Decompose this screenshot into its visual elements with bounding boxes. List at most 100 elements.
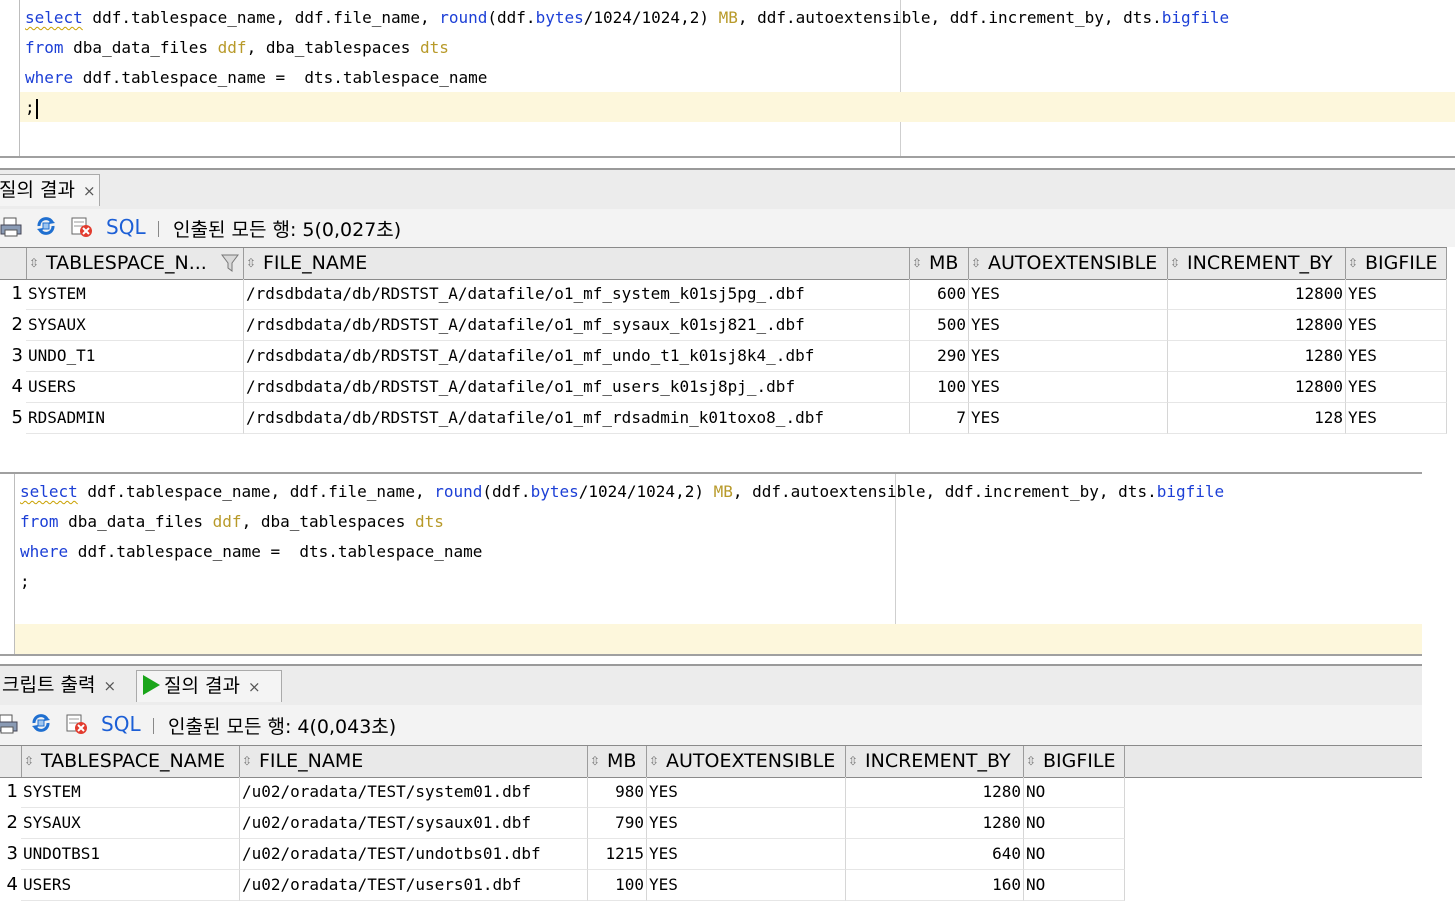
cell-autoextensible[interactable]: YES [647,839,846,870]
cell-tablespace[interactable]: USERS [21,870,240,901]
cancel-query-icon[interactable] [71,216,93,238]
cell-increment-by[interactable]: 1280 [846,777,1024,808]
print-icon[interactable] [0,216,22,238]
sort-icon[interactable]: ⇳ [1348,248,1360,278]
cell-increment-by[interactable]: 12800 [1168,310,1346,341]
sql-button[interactable]: SQL [101,712,141,736]
column-header-bigfile[interactable]: ⇳ BIGFILE [1346,248,1447,279]
cell-increment-by[interactable]: 1280 [846,808,1024,839]
row-number[interactable]: 3 [0,839,21,870]
column-header-autoextensible[interactable]: ⇳ AUTOEXTENSIBLE [647,746,846,777]
column-header-autoextensible[interactable]: ⇳ AUTOEXTENSIBLE [969,248,1168,279]
cell-mb[interactable]: 980 [588,777,647,808]
table-row[interactable]: 5 RDSADMIN/rdsdbdata/db/RDSTST_A/datafile… [0,403,1447,434]
cell-mb[interactable]: 790 [588,808,647,839]
table-row[interactable]: 3 UNDO_T1/rdsdbdata/db/RDSTST_A/datafile/… [0,341,1447,372]
column-header-mb[interactable]: ⇳ MB [588,746,647,777]
table-row[interactable]: 3 UNDOTBS1/u02/oradata/TEST/undotbs01.dbf… [0,839,1125,870]
column-header-increment-by[interactable]: ⇳ INCREMENT_BY [1168,248,1346,279]
cell-tablespace[interactable]: SYSTEM [26,279,244,310]
sort-icon[interactable]: ⇳ [590,746,602,776]
table-row[interactable]: 4 USERS/u02/oradata/TEST/users01.dbf 100 YE… [0,870,1125,901]
table-row[interactable]: 4 USERS/rdsdbdata/db/RDSTST_A/datafile/o1… [0,372,1447,403]
cell-bigfile[interactable]: YES [1346,310,1447,341]
column-header-file-name[interactable]: ⇳ FILE_NAME [240,746,588,777]
column-header-tablespace[interactable]: ⇳ TABLESPACE_N... [26,248,244,279]
sort-icon[interactable]: ⇳ [29,248,41,278]
cell-bigfile[interactable]: YES [1346,341,1447,372]
cell-increment-by[interactable]: 640 [846,839,1024,870]
sort-icon[interactable]: ⇳ [242,746,254,776]
cell-autoextensible[interactable]: YES [969,279,1168,310]
close-icon[interactable]: × [83,182,96,200]
filter-icon[interactable] [220,252,240,274]
sql-editor-bottom[interactable]: select ddf.tablespace_name, ddf.file_nam… [0,474,1422,654]
cell-file-name[interactable]: /u02/oradata/TEST/sysaux01.dbf [240,808,588,839]
table-row[interactable]: 1 SYSTEM/rdsdbdata/db/RDSTST_A/datafile/o… [0,279,1447,310]
refresh-icon[interactable] [30,712,52,734]
row-number[interactable]: 1 [0,279,26,310]
sort-icon[interactable]: ⇳ [246,248,258,278]
cell-tablespace[interactable]: SYSTEM [21,777,240,808]
cell-file-name[interactable]: /rdsdbdata/db/RDSTST_A/datafile/o1_mf_sy… [244,279,910,310]
cell-bigfile[interactable]: NO [1024,870,1125,901]
sort-icon[interactable]: ⇳ [24,746,36,776]
close-icon[interactable]: × [103,677,116,695]
sort-icon[interactable]: ⇳ [848,746,860,776]
cell-file-name[interactable]: /u02/oradata/TEST/system01.dbf [240,777,588,808]
cell-increment-by[interactable]: 128 [1168,403,1346,434]
sort-icon[interactable]: ⇳ [1026,746,1038,776]
row-number[interactable]: 2 [0,808,21,839]
cell-mb[interactable]: 500 [910,310,969,341]
cell-mb[interactable]: 100 [910,372,969,403]
cell-autoextensible[interactable]: YES [969,310,1168,341]
cell-file-name[interactable]: /u02/oradata/TEST/users01.dbf [240,870,588,901]
column-header-file-name[interactable]: ⇳ FILE_NAME [244,248,910,279]
row-number[interactable]: 5 [0,403,26,434]
cell-bigfile[interactable]: NO [1024,808,1125,839]
cell-autoextensible[interactable]: YES [969,403,1168,434]
cell-tablespace[interactable]: USERS [26,372,244,403]
cell-bigfile[interactable]: NO [1024,839,1125,870]
print-icon[interactable] [0,713,18,735]
sort-icon[interactable]: ⇳ [649,746,661,776]
cell-file-name[interactable]: /rdsdbdata/db/RDSTST_A/datafile/o1_mf_us… [244,372,910,403]
column-header-bigfile[interactable]: ⇳ BIGFILE [1024,746,1125,777]
cell-increment-by[interactable]: 12800 [1168,279,1346,310]
cell-increment-by[interactable]: 160 [846,870,1024,901]
cell-tablespace[interactable]: UNDOTBS1 [21,839,240,870]
cell-file-name[interactable]: /u02/oradata/TEST/undotbs01.dbf [240,839,588,870]
table-row[interactable]: 2 SYSAUX/rdsdbdata/db/RDSTST_A/datafile/o… [0,310,1447,341]
cell-file-name[interactable]: /rdsdbdata/db/RDSTST_A/datafile/o1_mf_un… [244,341,910,372]
cell-tablespace[interactable]: RDSADMIN [26,403,244,434]
cell-autoextensible[interactable]: YES [647,870,846,901]
cell-mb[interactable]: 600 [910,279,969,310]
cell-bigfile[interactable]: YES [1346,372,1447,403]
row-number[interactable]: 1 [0,777,21,808]
cell-mb[interactable]: 7 [910,403,969,434]
cell-mb[interactable]: 100 [588,870,647,901]
cell-bigfile[interactable]: YES [1346,279,1447,310]
cell-increment-by[interactable]: 1280 [1168,341,1346,372]
sort-icon[interactable]: ⇳ [912,248,924,278]
row-number[interactable]: 3 [0,341,26,372]
sort-icon[interactable]: ⇳ [1170,248,1182,278]
cell-autoextensible[interactable]: YES [647,777,846,808]
close-icon[interactable]: × [248,678,261,696]
cancel-query-icon[interactable] [66,713,88,735]
column-header-tablespace[interactable]: ⇳ TABLESPACE_NAME [21,746,240,777]
cell-file-name[interactable]: /rdsdbdata/db/RDSTST_A/datafile/o1_mf_rd… [244,403,910,434]
tab-query-result-bottom[interactable]: 질의 결과 × [136,670,282,702]
sql-button[interactable]: SQL [106,215,146,239]
cell-tablespace[interactable]: UNDO_T1 [26,341,244,372]
row-number[interactable]: 4 [0,870,21,901]
table-row[interactable]: 1 SYSTEM/u02/oradata/TEST/system01.dbf 980… [0,777,1125,808]
cell-increment-by[interactable]: 12800 [1168,372,1346,403]
row-number[interactable]: 4 [0,372,26,403]
cell-autoextensible[interactable]: YES [647,808,846,839]
cell-bigfile[interactable]: NO [1024,777,1125,808]
table-row[interactable]: 2 SYSAUX/u02/oradata/TEST/sysaux01.dbf 790… [0,808,1125,839]
cell-autoextensible[interactable]: YES [969,372,1168,403]
cell-mb[interactable]: 290 [910,341,969,372]
column-header-increment-by[interactable]: ⇳ INCREMENT_BY [846,746,1024,777]
